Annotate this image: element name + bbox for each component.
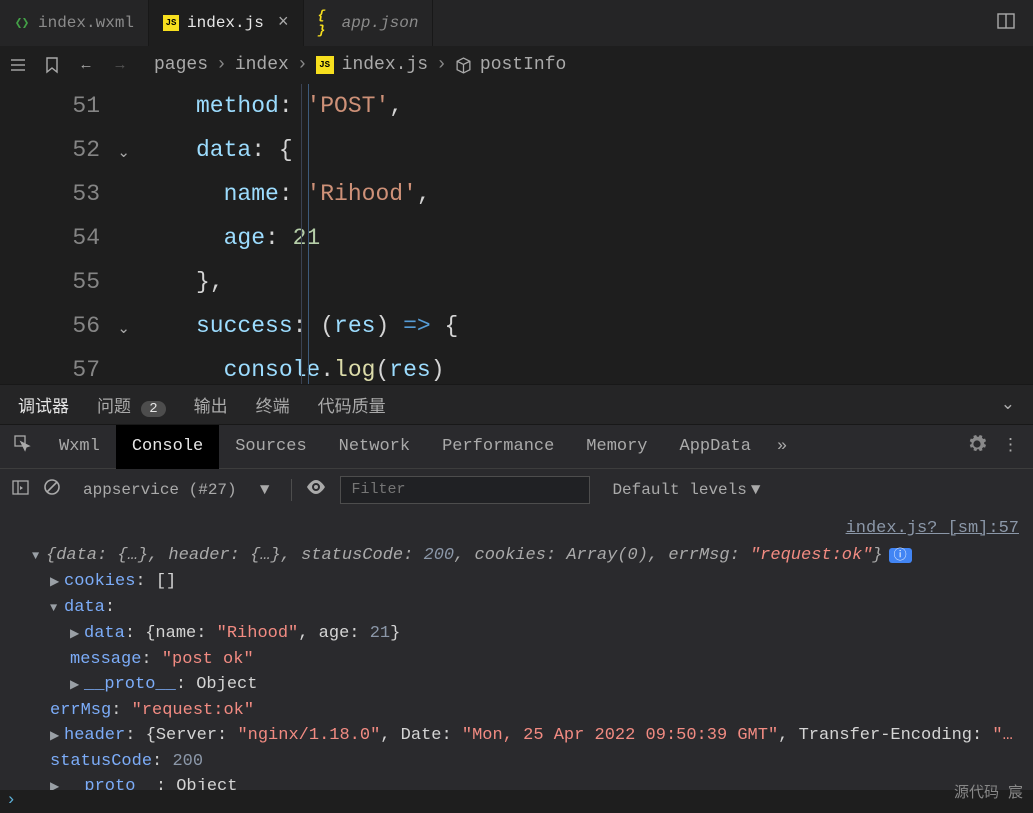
problems-badge: 2 <box>141 401 165 417</box>
log-row[interactable]: statusCode: 200 <box>0 749 1033 774</box>
breadcrumb[interactable]: pages› index› JS index.js› postInfo <box>154 55 566 75</box>
tab-debugger[interactable]: 调试器 <box>18 392 69 418</box>
devtab-sources[interactable]: Sources <box>219 425 322 469</box>
live-expression-icon[interactable] <box>306 480 326 499</box>
tab-label: index.js <box>187 14 264 32</box>
log-summary[interactable]: ▼{data: {…}, header: {…}, statusCode: 20… <box>0 543 1033 569</box>
tab-app-json[interactable]: { } app.json <box>304 0 434 46</box>
devtab-appdata[interactable]: AppData <box>664 425 767 469</box>
fold-icon[interactable]: ⌄ <box>117 308 130 352</box>
code-editor[interactable]: 51 52 53 54 55 56 57 ⌄ ⌄ method: 'POST',… <box>0 84 1033 384</box>
forward-icon[interactable]: → <box>108 57 132 74</box>
devtab-memory[interactable]: Memory <box>570 425 663 469</box>
fold-icon[interactable]: ⌄ <box>117 132 130 176</box>
tab-label: index.wxml <box>38 14 134 32</box>
kebab-icon[interactable]: ⋮ <box>1002 435 1019 459</box>
split-editor-icon[interactable] <box>979 12 1033 35</box>
log-levels-selector[interactable]: Default levels ▼ <box>604 481 768 499</box>
info-badge: ⓘ <box>889 548 912 563</box>
close-icon[interactable]: × <box>278 13 289 33</box>
gear-icon[interactable] <box>968 435 986 459</box>
outline-icon[interactable] <box>6 56 30 74</box>
cube-icon <box>455 57 472 74</box>
devtab-network[interactable]: Network <box>323 425 426 469</box>
tab-label: app.json <box>342 14 419 32</box>
console-filter-bar: appservice (#27) ▼ Default levels ▼ <box>0 468 1033 510</box>
breadcrumb-bar: ← → pages› index› JS index.js› postInfo <box>0 46 1033 84</box>
devtools-tab-bar: Wxml Console Sources Network Performance… <box>0 424 1033 468</box>
context-selector[interactable]: appservice (#27) ▼ <box>75 481 277 499</box>
tab-index-js[interactable]: JS index.js × <box>149 0 304 46</box>
tab-problems[interactable]: 问题 2 <box>97 392 166 418</box>
clear-console-icon[interactable] <box>43 478 61 501</box>
source-link[interactable]: index.js? [sm]:57 <box>0 516 1033 541</box>
bookmark-icon[interactable] <box>40 56 64 74</box>
more-tabs-icon[interactable]: » <box>777 437 787 456</box>
console-prompt[interactable]: › <box>0 788 1033 790</box>
back-icon[interactable]: ← <box>74 57 98 74</box>
log-row[interactable]: ▼data: <box>0 595 1033 621</box>
wxml-icon <box>14 15 30 31</box>
line-gutter: 51 52 53 54 55 56 57 ⌄ ⌄ <box>0 84 136 384</box>
inspect-icon[interactable] <box>14 435 43 458</box>
filter-input[interactable] <box>340 476 590 504</box>
console-output[interactable]: index.js? [sm]:57 ▼{data: {…}, header: {… <box>0 510 1033 790</box>
log-row[interactable]: ▶__proto__: Object <box>0 672 1033 698</box>
devtab-wxml[interactable]: Wxml <box>43 425 116 469</box>
code-area[interactable]: method: 'POST', data: { name: 'Rihood', … <box>136 84 1033 384</box>
json-icon: { } <box>318 15 334 31</box>
log-row[interactable]: message: "post ok" <box>0 647 1033 672</box>
tab-index-wxml[interactable]: index.wxml <box>0 0 149 46</box>
log-row[interactable]: ▶header: {Server: "nginx/1.18.0", Date: … <box>0 723 1033 749</box>
editor-tab-bar: index.wxml JS index.js × { } app.json <box>0 0 1033 46</box>
toggle-console-icon[interactable] <box>12 480 29 500</box>
tab-terminal[interactable]: 终端 <box>256 392 290 418</box>
log-row[interactable]: ▶data: {name: "Rihood", age: 21} <box>0 621 1033 647</box>
tab-code-quality[interactable]: 代码质量 <box>318 392 386 418</box>
log-row[interactable]: errMsg: "request:ok" <box>0 698 1033 723</box>
tab-output[interactable]: 输出 <box>194 392 228 418</box>
devtab-console[interactable]: Console <box>116 425 219 469</box>
devtab-performance[interactable]: Performance <box>426 425 570 469</box>
js-icon: JS <box>163 15 179 31</box>
js-icon: JS <box>316 56 334 74</box>
collapse-panel-icon[interactable]: ⌄ <box>1001 394 1015 415</box>
log-row[interactable]: ▶cookies: [] <box>0 569 1033 595</box>
